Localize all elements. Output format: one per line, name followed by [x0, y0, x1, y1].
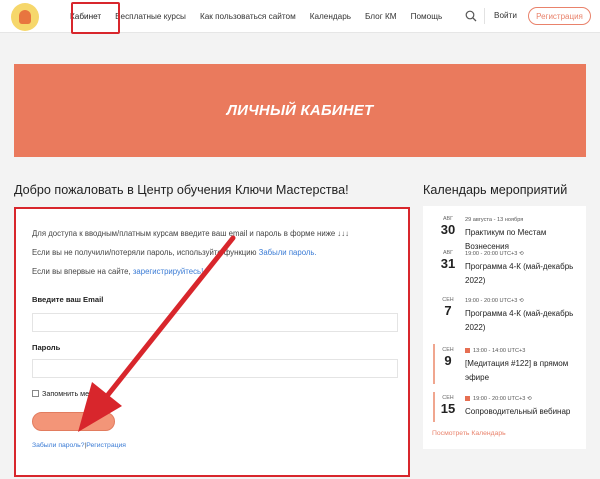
- lost-password-prefix: Если вы не получили/потеряли пароль, исп…: [32, 248, 259, 257]
- first-time-prefix: Если вы впервые на сайте,: [32, 267, 133, 276]
- first-time-text: Если вы впервые на сайте, зарегистрируйт…: [32, 267, 203, 276]
- recurring-icon: ⟲: [526, 396, 532, 402]
- login-form: Для доступа к вводным/платным курсам вве…: [14, 207, 410, 477]
- login-link[interactable]: Войти: [494, 11, 517, 20]
- password-input[interactable]: [32, 359, 398, 378]
- event-time-text: 19:00 - 20:00 UTC+3: [465, 251, 518, 257]
- featured-flag-icon: [465, 348, 470, 354]
- remember-label: Запомнить меня: [42, 389, 97, 398]
- event-time: 13:00 - 14:00 UTC+3: [465, 348, 525, 354]
- forgot-password-link[interactable]: Забыли пароль?: [32, 442, 84, 449]
- intro-text: Для доступа к вводным/платным курсам вве…: [32, 229, 350, 238]
- search-icon[interactable]: [465, 10, 477, 22]
- event-title[interactable]: Сопроводительный вебинар: [465, 405, 583, 419]
- event-time-text: 13:00 - 14:00 UTC+3: [473, 348, 526, 354]
- page-banner: ЛИЧНЫЙ КАБИНЕТ: [14, 64, 586, 157]
- welcome-heading: Добро пожаловать в Центр обучения Ключи …: [14, 183, 349, 197]
- event-time: 19:00 - 20:00 UTC+3 ⟲: [465, 298, 524, 304]
- forgot-password-inline-link[interactable]: Забыли пароль.: [259, 248, 317, 257]
- header-divider: [484, 8, 485, 24]
- event-title[interactable]: [Медитация #122] в прямом эфире: [465, 357, 583, 385]
- event-title[interactable]: Программа 4-К (май-декабрь 2022): [465, 260, 583, 288]
- event-day: 31: [440, 256, 456, 271]
- password-label: Пароль: [32, 343, 61, 352]
- nav-item-free-courses[interactable]: Бесплатные курсы: [115, 12, 186, 21]
- event-day: 9: [444, 353, 452, 368]
- nav-item-how-to-use[interactable]: Как пользоваться сайтом: [200, 12, 296, 21]
- nav-item-help[interactable]: Помощь: [411, 12, 443, 21]
- email-input[interactable]: [32, 313, 398, 332]
- nav-item-blog[interactable]: Блог КМ: [365, 12, 397, 21]
- event-day: 30: [440, 222, 456, 237]
- event-time-text: 19:00 - 20:00 UTC+3: [465, 298, 518, 304]
- events-calendar: АВГ 30 29 августа - 13 ноября Практикум …: [423, 206, 586, 449]
- event-time: 29 августа - 13 ноября: [465, 217, 524, 223]
- remember-checkbox[interactable]: [32, 390, 39, 397]
- event-title[interactable]: Практикум по Местам Вознесения: [465, 226, 583, 254]
- email-label: Введите ваш Email: [32, 295, 104, 304]
- login-submit-button[interactable]: [32, 412, 115, 431]
- register-inline-link[interactable]: зарегистрируйтесь!: [133, 267, 203, 276]
- main-nav: Кабинет Бесплатные курсы Как пользоватьс…: [70, 0, 456, 33]
- view-calendar-link[interactable]: Посмотреть Календарь: [432, 430, 506, 437]
- remember-me[interactable]: Запомнить меня: [32, 389, 97, 398]
- featured-flag-icon: [465, 396, 470, 402]
- form-links: Забыли пароль?|Регистрация: [32, 442, 126, 449]
- event-time: 19:00 - 20:00 UTC+3 ⟲: [465, 396, 532, 402]
- recurring-icon: ⟲: [518, 251, 524, 257]
- event-day: 15: [440, 401, 456, 416]
- meditation-figure-icon: [19, 10, 31, 24]
- event-title[interactable]: Программа 4-К (май-декабрь 2022): [465, 307, 583, 335]
- event-time-text: 19:00 - 20:00 UTC+3: [473, 396, 526, 402]
- event-day: 7: [444, 303, 452, 318]
- page-title: ЛИЧНЫЙ КАБИНЕТ: [226, 102, 374, 119]
- event-time: 19:00 - 20:00 UTC+3 ⟲: [465, 251, 524, 257]
- registration-link[interactable]: Регистрация: [86, 442, 126, 449]
- site-logo[interactable]: [11, 3, 39, 31]
- lost-password-text: Если вы не получили/потеряли пароль, исп…: [32, 248, 317, 257]
- recurring-icon: ⟲: [518, 298, 524, 304]
- register-button[interactable]: Регистрация: [528, 7, 591, 25]
- nav-item-calendar[interactable]: Календарь: [310, 12, 351, 21]
- calendar-heading: Календарь мероприятий: [423, 183, 568, 197]
- active-nav-highlight: [71, 2, 120, 34]
